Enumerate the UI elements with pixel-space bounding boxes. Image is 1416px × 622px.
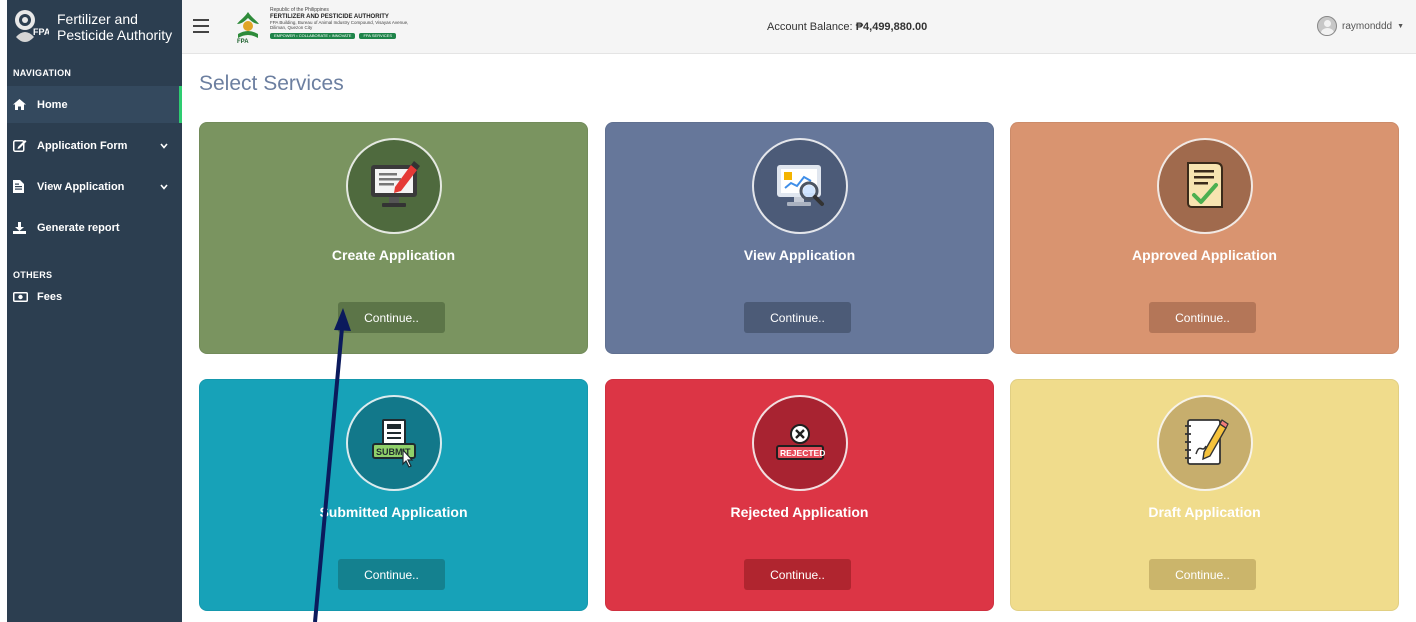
chevron-down-icon[interactable] (160, 140, 168, 152)
card-title: Create Application (331, 247, 456, 263)
card-view-application[interactable]: View Application Continue.. (605, 122, 994, 354)
user-menu[interactable]: raymonddd ▼ (1317, 16, 1404, 36)
card-rejected-application[interactable]: REJECTED Rejected Application Continue.. (605, 379, 994, 611)
card-title: Draft Application (1148, 504, 1261, 520)
svg-text:FPA: FPA (237, 39, 249, 44)
download-icon (13, 221, 33, 234)
hamburger-menu-icon[interactable] (193, 19, 209, 33)
sidebar-item-home[interactable]: Home (7, 86, 182, 123)
svg-text:FPA: FPA (33, 27, 49, 37)
home-icon (13, 99, 33, 110)
continue-button[interactable]: Continue.. (1149, 302, 1256, 333)
brand-name-line1: Fertilizer and (57, 11, 138, 27)
top-header: FPA Republic of the Philippines FERTILIZ… (182, 0, 1416, 54)
balance-value: ₱4,499,880.00 (855, 21, 928, 33)
sidebar-item-generate-report[interactable]: Generate report (7, 209, 182, 246)
fpa-header-logo-icon: FPA (234, 10, 262, 45)
brand[interactable]: FPA Fertilizer and Pesticide Authority (7, 0, 182, 54)
sidebar-item-label: View Application (37, 180, 125, 193)
balance-label: Account Balance: (767, 21, 853, 33)
sidebar-item-view-application[interactable]: View Application (7, 168, 182, 205)
edit-icon (13, 139, 33, 152)
nav-section-title: NAVIGATION (13, 68, 72, 78)
approved-document-icon (1157, 138, 1253, 234)
nav-section-title: OTHERS (13, 270, 53, 280)
caret-down-icon: ▼ (1397, 22, 1404, 30)
sidebar-item-label: Home (37, 98, 68, 111)
card-approved-application[interactable]: Approved Application Continue.. (1010, 122, 1399, 354)
draft-note-icon (1157, 395, 1253, 491)
sidebar-item-label: Fees (37, 291, 63, 303)
continue-button[interactable]: Continue.. (338, 302, 445, 333)
sidebar-item-fees[interactable]: Fees (7, 282, 182, 312)
sidebar-item-label: Generate report (37, 221, 120, 234)
chevron-down-icon[interactable] (160, 181, 168, 193)
header-tag: FPA SERVICES (359, 33, 397, 39)
continue-button[interactable]: Continue.. (744, 302, 851, 333)
card-title: View Application (743, 247, 856, 263)
avatar (1317, 16, 1338, 36)
header-tag: EMPOWER • COLLABORATE • INNOVATE (270, 33, 356, 39)
sidebar-item-application-form[interactable]: Application Form (7, 127, 182, 164)
svg-text:REJECTED: REJECTED (780, 448, 825, 458)
submit-icon: SUBMIT (346, 395, 442, 491)
page-title: Select Services (199, 72, 344, 95)
continue-button[interactable]: Continue.. (744, 559, 851, 590)
username: raymonddd (1342, 20, 1393, 32)
fpa-logo-icon: FPA (13, 7, 51, 47)
account-balance: Account Balance: ₱4,499,880.00 (767, 21, 927, 33)
card-submitted-application[interactable]: SUBMIT Submitted Application Continue.. (199, 379, 588, 611)
file-icon (13, 180, 33, 193)
org-line1: Republic of the Philippines (270, 7, 329, 13)
card-title: Submitted Application (319, 504, 468, 520)
card-title: Approved Application (1132, 247, 1277, 263)
rejected-icon: REJECTED (752, 395, 848, 491)
monitor-edit-icon (346, 138, 442, 234)
money-icon (13, 292, 33, 302)
header-org-block: Republic of the Philippines FERTILIZER A… (270, 8, 410, 39)
org-line3: FPA Building, Bureau of Animal Industry … (270, 20, 409, 30)
continue-button[interactable]: Continue.. (338, 559, 445, 590)
monitor-search-icon (752, 138, 848, 234)
card-draft-application[interactable]: Draft Application Continue.. (1010, 379, 1399, 611)
card-title: Rejected Application (730, 504, 869, 520)
continue-button[interactable]: Continue.. (1149, 559, 1256, 590)
sidebar: FPA Fertilizer and Pesticide Authority N… (7, 0, 182, 622)
sidebar-item-label: Application Form (37, 139, 128, 152)
card-create-application[interactable]: Create Application Continue.. (199, 122, 588, 354)
brand-name-line2: Pesticide Authority (57, 27, 173, 43)
